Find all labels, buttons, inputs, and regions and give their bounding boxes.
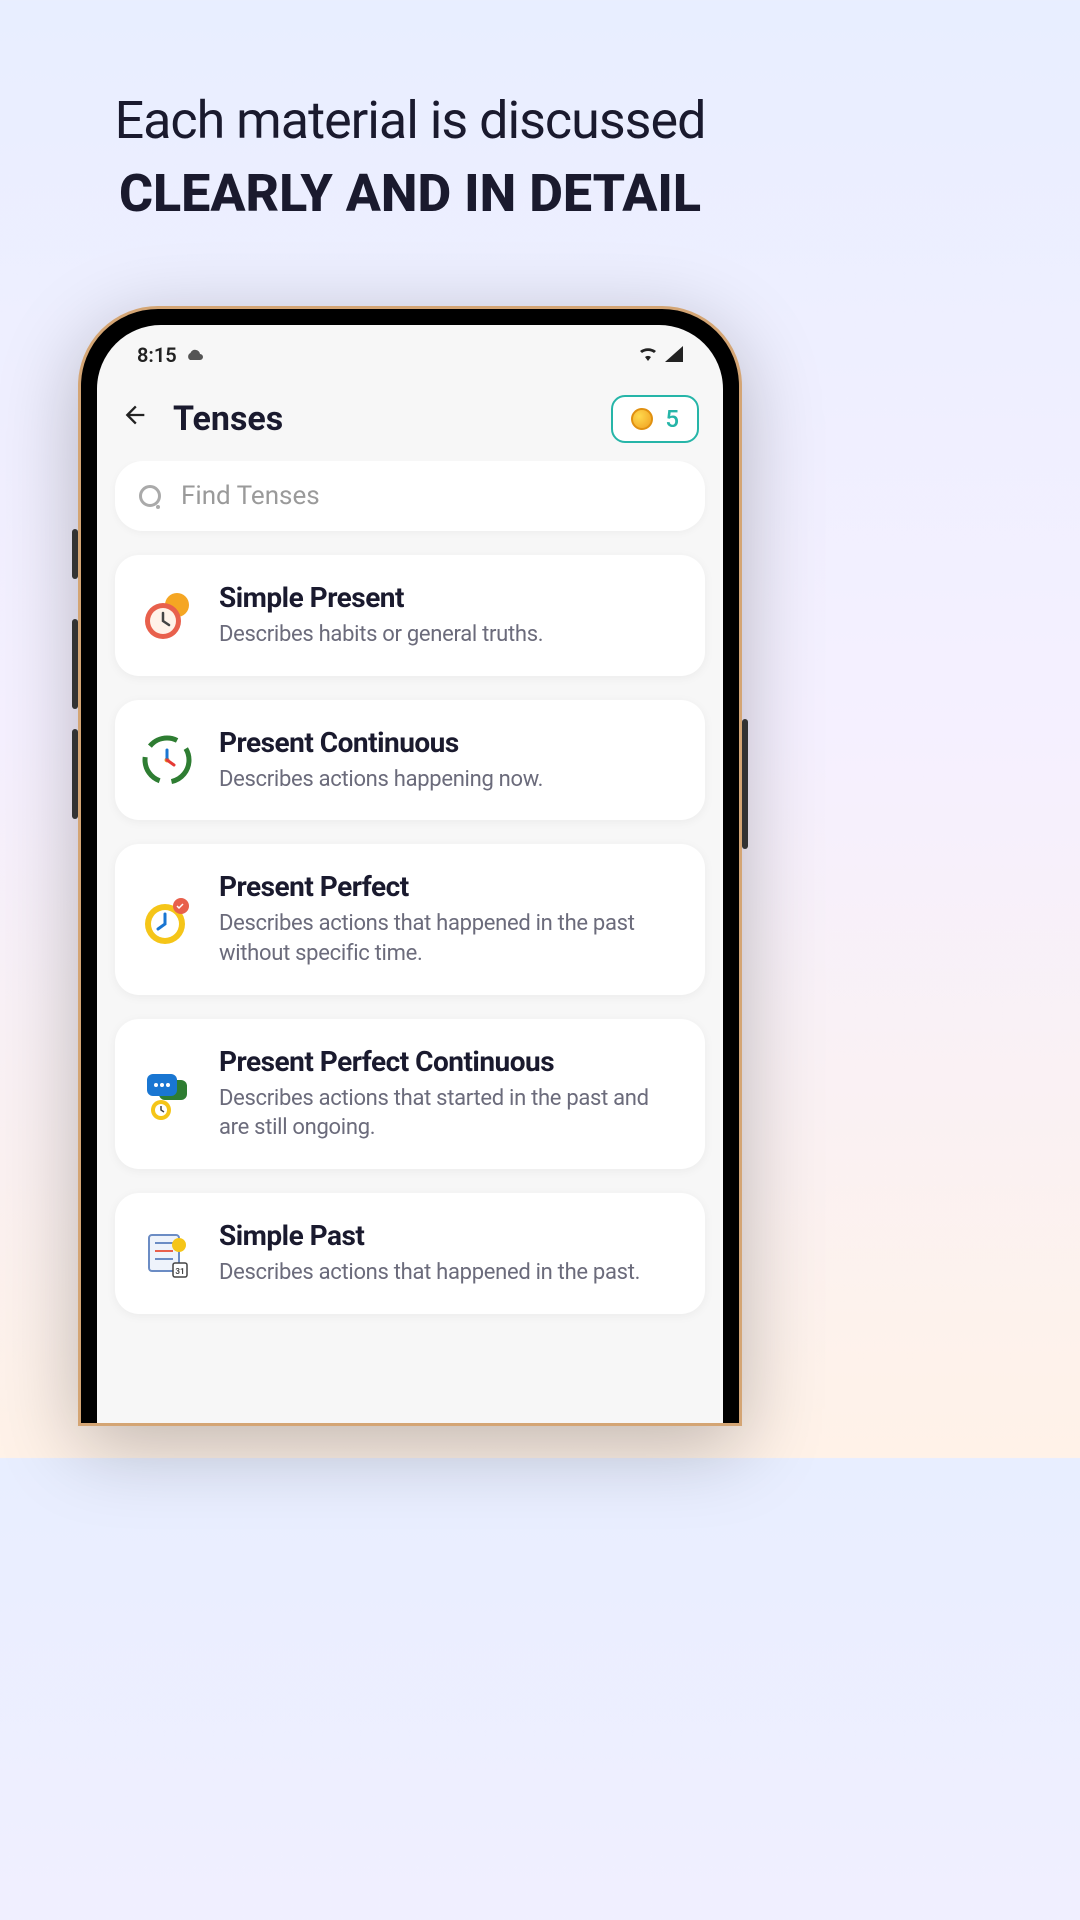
tense-card-present-continuous[interactable]: Present Continuous Describes actions hap… — [115, 700, 705, 821]
tense-desc: Describes actions that happened in the p… — [219, 909, 681, 968]
status-bar: 8:15 — [97, 325, 723, 373]
back-arrow-icon[interactable] — [121, 401, 149, 437]
signal-icon — [665, 343, 683, 367]
tense-text: Simple Present Describes habits or gener… — [219, 581, 681, 650]
tense-card-present-perfect-continuous[interactable]: Present Perfect Continuous Describes act… — [115, 1019, 705, 1169]
tense-title: Simple Past — [219, 1219, 681, 1252]
clock-sun-icon — [139, 587, 195, 643]
calendar-list-icon: 31 — [139, 1225, 195, 1281]
hero: Each material is discussed CLEARLY AND I… — [115, 90, 706, 224]
hero-line1: Each material is discussed — [115, 90, 706, 151]
search-box[interactable] — [115, 461, 705, 531]
clock-bubble-icon — [139, 892, 195, 948]
content: Simple Present Describes habits or gener… — [97, 461, 723, 1338]
tense-text: Simple Past Describes actions that happe… — [219, 1219, 681, 1288]
tense-text: Present Perfect Describes actions that h… — [219, 870, 681, 968]
wifi-icon — [637, 343, 659, 367]
app-header: Tenses 5 — [97, 373, 723, 461]
phone-side-button — [742, 719, 748, 849]
coin-balance[interactable]: 5 — [611, 395, 699, 443]
tense-card-simple-present[interactable]: Simple Present Describes habits or gener… — [115, 555, 705, 676]
phone-side-button — [72, 529, 78, 579]
tense-title: Present Perfect Continuous — [219, 1045, 681, 1078]
tense-text: Present Continuous Describes actions hap… — [219, 726, 681, 795]
phone-side-button — [72, 619, 78, 709]
page-title: Tenses — [173, 399, 587, 439]
tense-desc: Describes habits or general truths. — [219, 620, 681, 650]
tense-title: Simple Present — [219, 581, 681, 614]
cloud-icon — [185, 343, 205, 367]
tense-desc: Describes actions that started in the pa… — [219, 1084, 681, 1143]
tense-title: Present Continuous — [219, 726, 681, 759]
status-left: 8:15 — [137, 343, 205, 367]
status-time: 8:15 — [137, 343, 177, 367]
svg-text:31: 31 — [175, 1267, 184, 1276]
coin-icon — [631, 408, 653, 430]
phone-side-button — [72, 729, 78, 819]
tense-desc: Describes actions that happened in the p… — [219, 1258, 681, 1288]
search-input[interactable] — [181, 481, 681, 511]
hero-line2: CLEARLY AND IN DETAIL — [115, 163, 706, 224]
search-icon — [139, 485, 161, 507]
tense-card-present-perfect[interactable]: Present Perfect Describes actions that h… — [115, 844, 705, 994]
tense-text: Present Perfect Continuous Describes act… — [219, 1045, 681, 1143]
tense-card-simple-past[interactable]: 31 Simple Past Describes actions that ha… — [115, 1193, 705, 1314]
phone-screen: 8:15 Tenses 5 — [97, 325, 723, 1423]
tense-title: Present Perfect — [219, 870, 681, 903]
tense-desc: Describes actions happening now. — [219, 765, 681, 795]
phone-frame: 8:15 Tenses 5 — [78, 306, 742, 1426]
clock-spinner-icon — [139, 732, 195, 788]
chat-clock-icon — [139, 1066, 195, 1122]
status-right — [637, 343, 683, 367]
coin-count: 5 — [665, 405, 679, 433]
